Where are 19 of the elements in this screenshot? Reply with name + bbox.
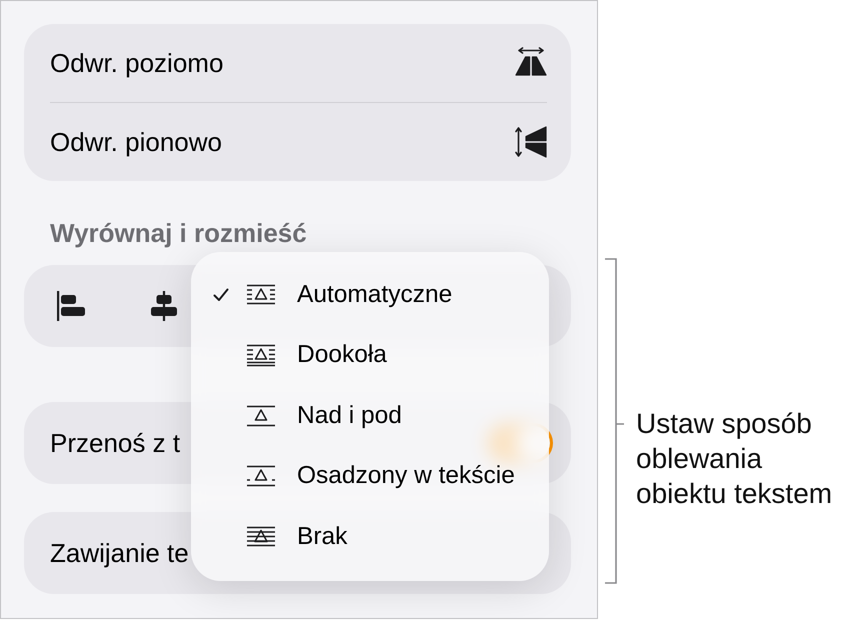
align-center-icon	[148, 291, 178, 321]
wrap-none-icon	[247, 526, 275, 549]
menu-item[interactable]: Brak	[191, 507, 549, 568]
wrap-around-icon	[247, 344, 275, 368]
section-header: Wyrównaj i rozmieść	[50, 218, 307, 249]
wrap-inline-icon	[247, 465, 275, 488]
row-label: Zawijanie te	[50, 536, 189, 570]
menu-item[interactable]: Dookoła	[191, 326, 549, 386]
menu-item[interactable]: Osadzony w tekście	[191, 446, 549, 507]
flip-row[interactable]: Odwr. pionowo	[24, 103, 571, 181]
menu-item[interactable]: Automatyczne	[191, 265, 549, 326]
flip-vertical-icon	[515, 126, 547, 158]
wrap-above-below-icon	[247, 404, 275, 428]
row-label: Przenoś z t	[50, 426, 180, 460]
callout-text: Ustaw sposób oblewania obiektu tekstem	[636, 407, 834, 511]
align-left-icon	[56, 291, 86, 321]
flip-row[interactable]: Odwr. poziomo	[24, 24, 571, 102]
wrap-automatic-icon	[247, 284, 275, 307]
menu-item[interactable]: Nad i pod	[191, 386, 549, 446]
